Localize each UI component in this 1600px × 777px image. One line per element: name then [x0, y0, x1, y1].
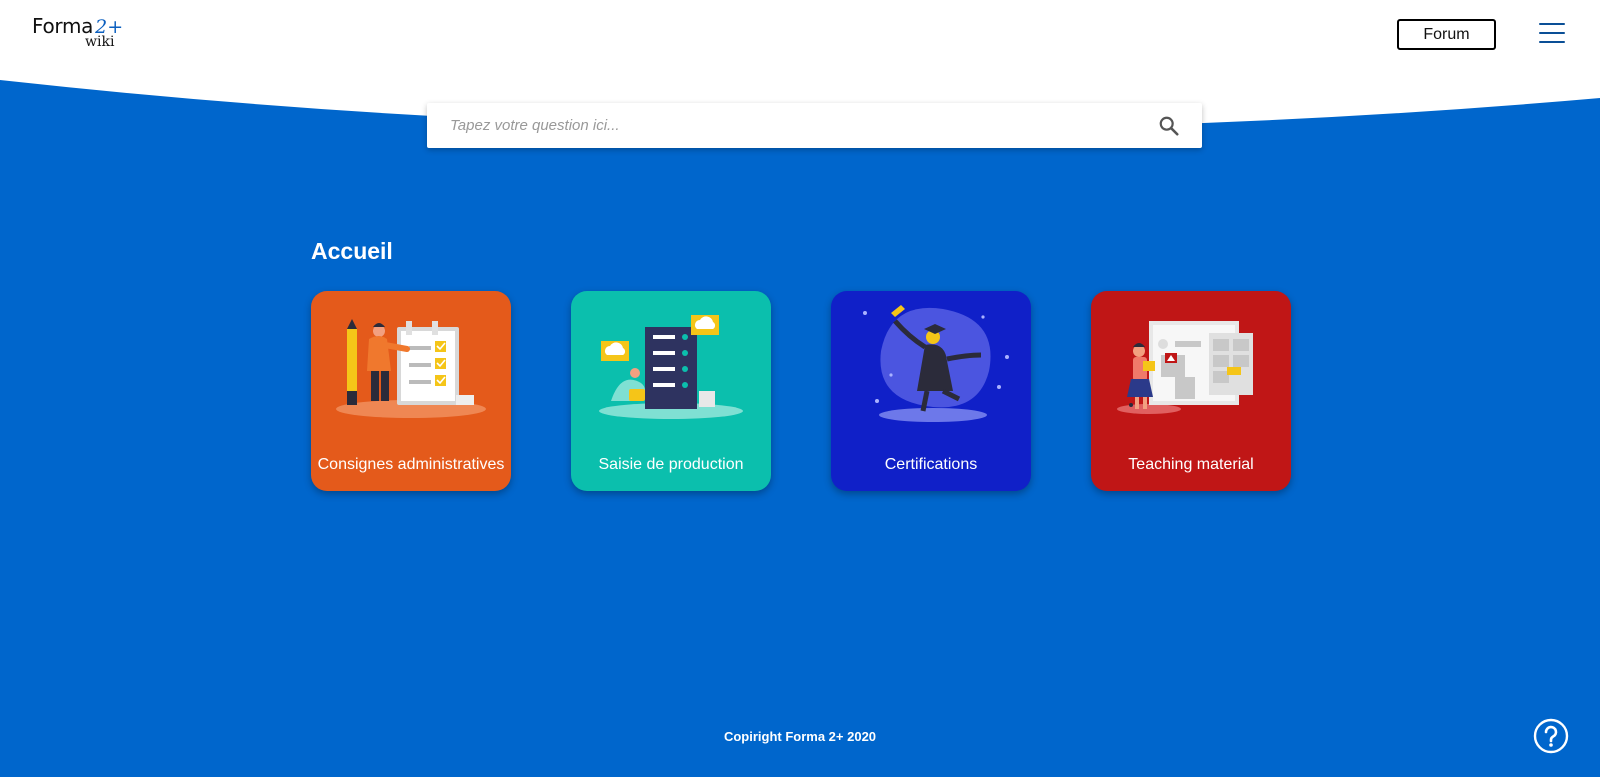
presentation-illustration-icon [1117, 321, 1253, 414]
card-label: Certifications [884, 456, 978, 473]
search-input[interactable] [427, 103, 1127, 148]
search-icon[interactable] [1158, 115, 1180, 137]
card-label: Consignes administratives [317, 456, 505, 473]
forum-button[interactable]: Forum [1397, 19, 1496, 50]
category-card-certifications[interactable]: Certifications [831, 291, 1031, 491]
hamburger-menu-icon[interactable] [1539, 23, 1565, 45]
category-card-saisie-de-production[interactable]: Saisie de production [571, 291, 771, 491]
category-card-consignes-administratives[interactable]: Consignes administratives [311, 291, 511, 491]
category-card-teaching-material[interactable]: Teaching material [1091, 291, 1291, 491]
page-title: Accueil [311, 238, 393, 264]
card-label: Teaching material [1128, 456, 1254, 473]
server-illustration-icon [599, 315, 743, 419]
help-question-icon[interactable] [1533, 718, 1569, 754]
clipboard-illustration-icon [336, 319, 486, 418]
logo-text: Forma [32, 14, 94, 38]
menu-line [1539, 23, 1565, 25]
graduate-illustration-icon [863, 305, 1009, 422]
menu-line [1539, 32, 1565, 34]
search-bar [427, 103, 1202, 148]
logo-subtitle: wiki [85, 34, 115, 50]
menu-line [1539, 41, 1565, 43]
logo[interactable]: Forma 2+ wiki [32, 14, 123, 50]
card-label: Saisie de production [598, 456, 744, 473]
footer-copyright: Copiright Forma 2+ 2020 [723, 729, 877, 744]
